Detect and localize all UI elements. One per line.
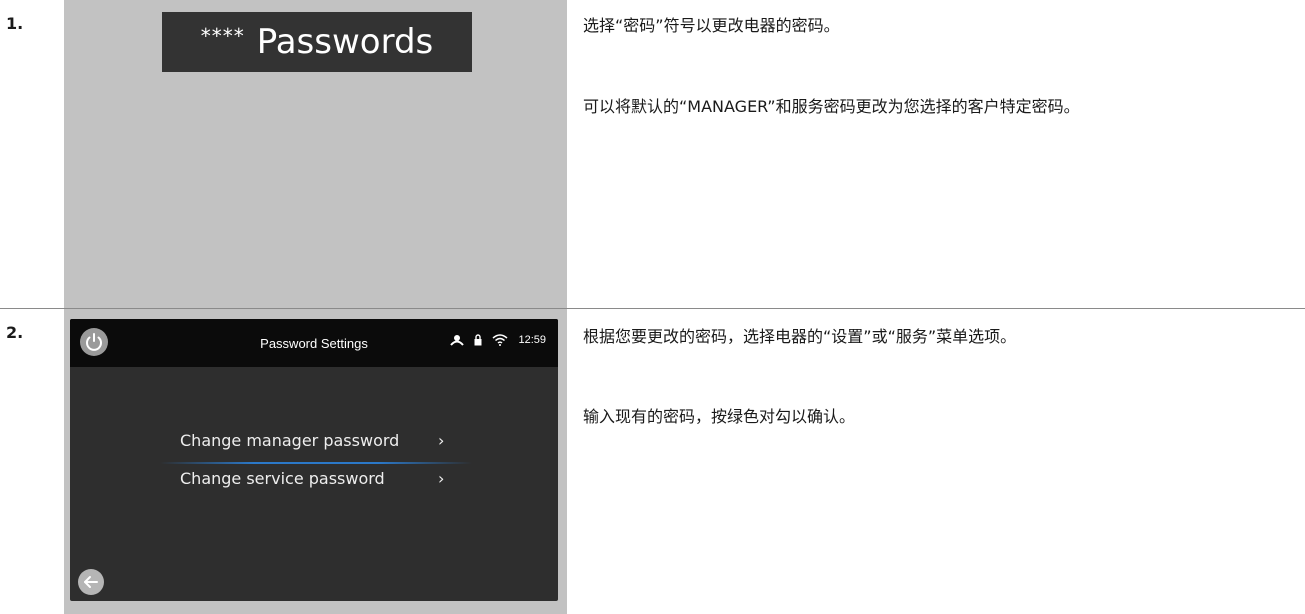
step-1-row: 1. **** Passwords 选择“密码”符号以更改电器的密码。 可以将默… xyxy=(0,0,1305,308)
device-screen: Password Settings 12:59 Change manager p… xyxy=(70,319,558,601)
chevron-right-icon: › xyxy=(438,469,445,488)
menu-item-label: Change manager password xyxy=(180,431,400,450)
menu-item-change-service-password[interactable]: Change service password › xyxy=(180,469,460,488)
menu-divider xyxy=(160,462,472,464)
clock-time: 12:59 xyxy=(518,334,546,346)
person-icon xyxy=(450,335,465,346)
password-stars-icon: **** xyxy=(200,24,245,48)
step-number: 1. xyxy=(6,14,24,33)
lock-icon xyxy=(474,334,482,346)
chevron-right-icon: › xyxy=(438,431,445,450)
step-2-instruction-1: 根据您要更改的密码，选择电器的“设置”或“服务”菜单选项。 xyxy=(583,327,1017,346)
step-1-image-panel: **** Passwords xyxy=(64,0,567,308)
passwords-symbol: **** Passwords xyxy=(162,12,472,72)
wifi-icon xyxy=(492,334,508,346)
step-2-row: 2. Password Settings 12:59 Change manage… xyxy=(0,308,1305,614)
step-1-instruction-2: 可以将默认的“MANAGER”和服务密码更改为您选择的客户特定密码。 xyxy=(583,97,1080,116)
status-icons: 12:59 xyxy=(450,334,546,346)
menu-item-label: Change service password xyxy=(180,469,385,488)
step-2-instruction-2: 输入现有的密码，按绿色对勾以确认。 xyxy=(583,407,856,426)
step-number: 2. xyxy=(6,323,24,342)
screen-top-bar: Password Settings 12:59 xyxy=(70,319,558,367)
back-arrow-icon[interactable] xyxy=(78,569,104,595)
step-1-instruction-1: 选择“密码”符号以更改电器的密码。 xyxy=(583,16,840,35)
step-2-image-panel: Password Settings 12:59 Change manager p… xyxy=(64,309,567,614)
menu-item-change-manager-password[interactable]: Change manager password › xyxy=(180,431,460,450)
passwords-label: Passwords xyxy=(256,22,434,62)
